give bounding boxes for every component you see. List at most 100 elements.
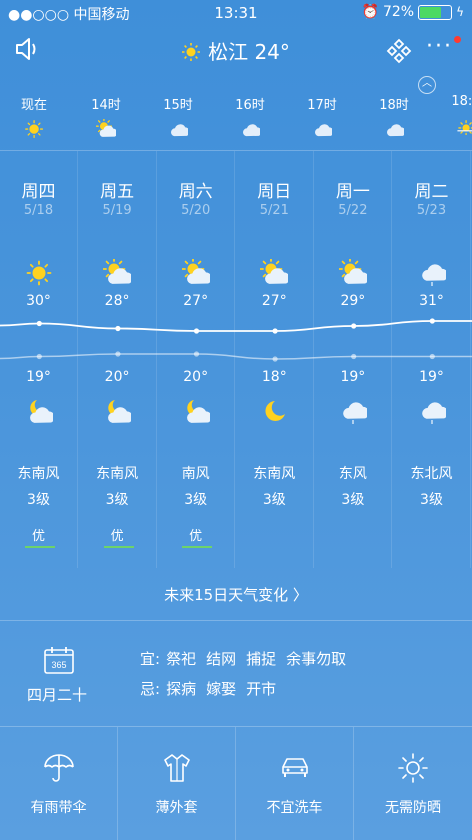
svg-text:365: 365 [51, 660, 66, 670]
wind-direction: 东风 [338, 466, 367, 482]
wind-level: 3级 [27, 492, 50, 508]
almanac-ji: 忌: 探病 嫁娶 开市 [140, 678, 286, 699]
lunar-date: 四月二十 [26, 686, 87, 704]
almanac-item: 捕捉 [246, 650, 277, 668]
day-column[interactable]: 周日 5/21 27° 18° 东南风 3级 [236, 151, 314, 568]
aqi-label: 优 [110, 529, 124, 544]
hourly-time: 16时 [235, 98, 265, 113]
cloudy-night-icon [0, 397, 77, 425]
day-column[interactable]: 周一 5/22 29° 19° 东风 3级 [314, 151, 393, 568]
notification-dot [454, 36, 461, 43]
almanac-label: 宜: [140, 650, 161, 668]
hourly-time: 18:4 [451, 94, 472, 109]
tip-item[interactable]: 不宜洗车 [236, 727, 354, 840]
collapse-icon[interactable]: ︿ [418, 76, 436, 94]
aqi-bar [103, 546, 134, 548]
cloud-icon [148, 119, 208, 139]
partly-cloudy-icon [79, 259, 156, 287]
battery-status: ⏰ 72% ϟ [362, 4, 464, 20]
charging-icon: ϟ [456, 5, 464, 19]
sun-icon [182, 43, 201, 61]
cloudy-night-icon [157, 397, 234, 425]
forecast-15-day-link[interactable]: 未来15日天气变化 〉 [0, 568, 472, 618]
partly-cloudy-icon [76, 119, 136, 139]
wind-level: 3级 [341, 492, 365, 508]
hourly-item: 17时 [292, 94, 352, 139]
weekday-label: 周一 [335, 182, 370, 202]
low-temp: 19° [419, 369, 444, 385]
high-temp: 28° [104, 293, 130, 309]
date-label: 5/21 [259, 203, 289, 218]
partly-cloudy-icon [314, 259, 391, 287]
alarm-icon: ⏰ [361, 4, 379, 20]
day-column[interactable]: 周二 5/23 31° 19° 东北风 3级 [393, 151, 471, 568]
high-temp: 30° [26, 293, 51, 309]
almanac-item: 余事勿取 [286, 650, 347, 668]
low-temp: 19° [26, 369, 51, 385]
tip-item[interactable]: 薄外套 [118, 727, 236, 840]
sunset-icon [436, 115, 472, 136]
high-temp: 27° [261, 293, 287, 309]
date-label: 5/23 [416, 203, 447, 218]
wind-level: 3级 [420, 492, 443, 508]
almanac-item: 嫁娶 [206, 680, 237, 698]
sun-icon [4, 119, 64, 139]
almanac-label: 忌: [140, 680, 161, 698]
tip-item[interactable]: 有雨带伞 [0, 727, 118, 840]
high-temp: 29° [340, 293, 366, 309]
weekday-label: 周五 [100, 182, 135, 202]
hourly-item: 18时 [364, 94, 424, 139]
wind-level: 3级 [184, 492, 208, 508]
hourly-time: 18时 [379, 98, 409, 113]
hourly-item: 18:4 [436, 94, 472, 136]
high-temp: 27° [183, 293, 209, 309]
status-bar: ●●○○○ 中国移动 13:31 ⏰ 72% ϟ [0, 0, 472, 26]
almanac-item: 探病 [166, 680, 197, 698]
apps-grid-icon[interactable] [386, 38, 412, 68]
wind-direction: 东南风 [253, 466, 296, 482]
hourly-item: 15时 [148, 94, 208, 139]
cloud-icon [292, 119, 352, 139]
date-label: 5/20 [181, 203, 211, 218]
cloud-icon [364, 119, 424, 139]
more-menu-icon[interactable]: ··· [426, 34, 453, 59]
sun-outline-icon [354, 751, 472, 787]
day-column[interactable]: 周四 5/18 30° 19° 东南风 3级 优 [0, 151, 78, 568]
hourly-item: 16时 [220, 94, 280, 139]
tip-label: 薄外套 [155, 800, 198, 816]
high-temp: 31° [419, 293, 444, 309]
car-icon [236, 751, 353, 787]
wind-direction: 东南风 [96, 466, 139, 482]
almanac-item: 祭祀 [166, 650, 197, 668]
wind-level: 3级 [262, 492, 286, 508]
day-column[interactable]: 周五 5/19 28° 20° 东南风 3级 优 [79, 151, 157, 568]
aqi-label: 优 [31, 529, 45, 544]
low-temp: 20° [104, 369, 130, 385]
low-temp: 19° [340, 369, 366, 385]
tip-item[interactable]: 无需防晒 [354, 727, 472, 840]
daily-forecast[interactable]: 周四 5/18 30° 19° 东南风 3级 优 周五 5/19 28° 20°… [0, 151, 472, 568]
aqi-bar [182, 546, 213, 548]
almanac-item: 结网 [206, 650, 237, 668]
hourly-item: 现在 [4, 94, 64, 139]
battery-icon [418, 4, 453, 20]
weekday-label: 周日 [257, 182, 292, 202]
hourly-time: 14时 [91, 98, 121, 113]
battery-percent: 72% [382, 4, 415, 20]
wind-level: 3级 [105, 492, 129, 508]
app-header: 松江 24° ··· [0, 26, 472, 74]
partly-cloudy-icon [157, 259, 234, 287]
low-temp: 20° [183, 369, 209, 385]
aqi-label: 优 [189, 529, 203, 544]
aqi-bar [25, 546, 55, 548]
calendar-icon: 365 [44, 646, 74, 678]
hourly-item: 14时 [76, 94, 136, 139]
moon-icon [236, 397, 313, 425]
almanac-item: 开市 [246, 680, 277, 698]
day-column[interactable]: 周六 5/20 27° 20° 南风 3级 优 [157, 151, 236, 568]
weekday-label: 周二 [414, 182, 449, 202]
hourly-time: 17时 [307, 98, 337, 113]
umbrella-icon [0, 751, 117, 787]
divider [0, 620, 472, 621]
hourly-forecast[interactable]: 现在 14时 15时 16时 17时 18时 18:4 [0, 88, 472, 148]
